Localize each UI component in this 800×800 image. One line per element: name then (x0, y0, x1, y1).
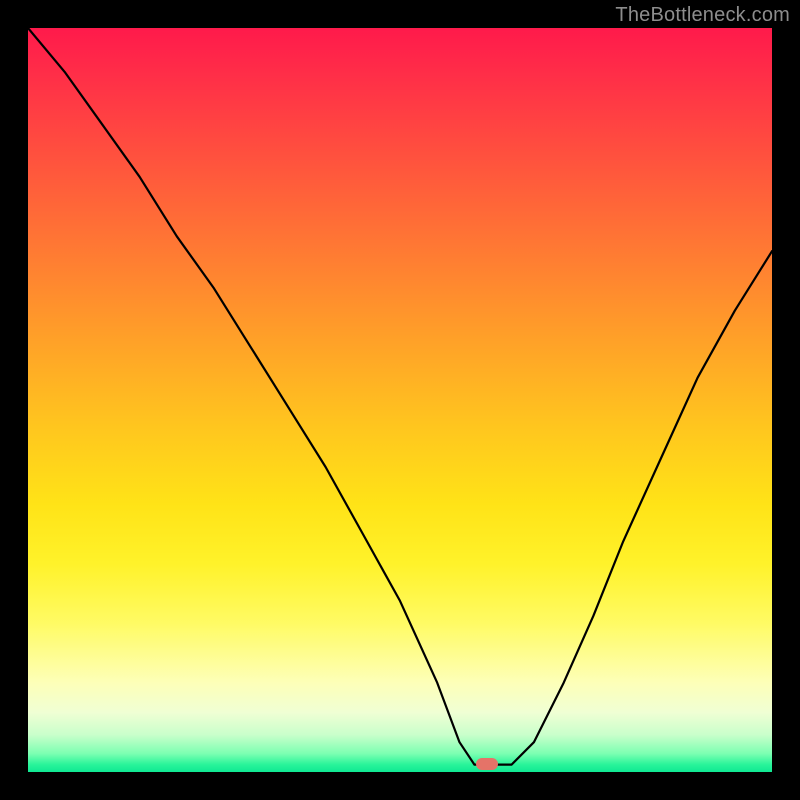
plot-area (28, 28, 772, 772)
chart-frame: TheBottleneck.com (0, 0, 800, 800)
bottleneck-curve (28, 28, 772, 772)
attribution-label: TheBottleneck.com (615, 4, 790, 27)
minimum-marker (476, 758, 498, 770)
